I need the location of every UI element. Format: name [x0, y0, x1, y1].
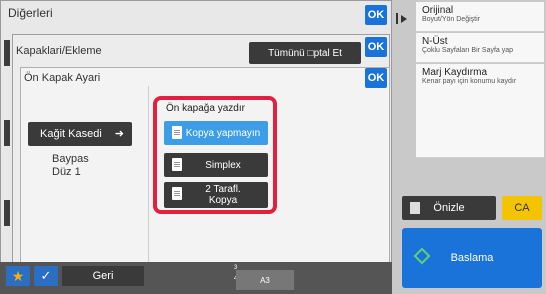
right-item-n-up[interactable]: N-Üst Çoklu Sayfaları Bir Sayfa yap	[416, 33, 544, 63]
divider	[148, 86, 149, 262]
start-icon	[413, 247, 431, 265]
option-no-copy-label: Kopya yapmayın	[185, 127, 261, 139]
bottom-bar	[0, 262, 392, 294]
right-item-subtitle: Çoklu Sayfaları Bir Sayfa yap	[422, 47, 514, 54]
option-duplex-line1: 2 Tarafl.	[205, 184, 241, 195]
ok-button-covers[interactable]: OK	[365, 37, 387, 57]
ca-button[interactable]: CA	[502, 196, 542, 220]
document-icon	[172, 158, 182, 171]
document-icon	[172, 126, 182, 139]
back-button[interactable]: Geri	[62, 266, 144, 286]
dialog-covers-title: Kapaklari/Ekleme	[16, 45, 102, 57]
option-simplex-label: Simplex	[205, 159, 241, 171]
right-item-title: N-Üst	[422, 36, 448, 47]
option-duplex[interactable]: 2 Tarafl. Kopya	[164, 182, 268, 208]
play-icon	[401, 15, 407, 23]
option-simplex[interactable]: Simplex	[164, 153, 268, 177]
paper-size-indicator: A3	[236, 270, 294, 290]
document-icon	[172, 187, 182, 200]
preview-icon	[410, 202, 420, 214]
dialog-others-title: Diğerleri	[8, 6, 53, 20]
preview-button[interactable]: Önizle	[402, 196, 496, 220]
arrow-right-icon: ➜	[114, 128, 124, 140]
paper-type: Düz 1	[52, 166, 81, 178]
dialog-front-cover-title: Ön Kapak Ayari	[24, 72, 101, 84]
option-duplex-label: 2 Tarafl. Kopya	[191, 184, 240, 206]
start-label: Baslama	[450, 252, 494, 264]
print-on-cover-label: Ön kapağa yazdır	[166, 103, 245, 114]
right-item-subtitle: Kenar payı için konumu kaydır	[422, 78, 517, 85]
ok-button-others[interactable]: OK	[365, 5, 387, 25]
right-item-original[interactable]: Orijinal Boyut/Yön Değiştir	[416, 2, 544, 32]
pipe-icon	[396, 13, 398, 24]
right-item-title: Marj Kaydırma	[422, 67, 488, 78]
paper-tray-label: Kağit Kasedi	[40, 128, 102, 140]
preview-label: Önizle	[433, 202, 465, 214]
side-edge	[4, 200, 10, 226]
check-icon[interactable]: ✓	[34, 266, 58, 286]
cancel-all-button[interactable]: Tümünü □ptal Et	[249, 42, 361, 64]
screen: Diğerleri OK Kapaklari/Ekleme Tümünü □pt…	[0, 0, 546, 294]
option-no-copy[interactable]: Kopya yapmayın	[164, 121, 268, 145]
side-edge	[4, 120, 10, 146]
start-button[interactable]: Baslama	[402, 228, 542, 288]
star-icon[interactable]: ★	[6, 266, 30, 286]
right-item-subtitle: Boyut/Yön Değiştir	[422, 16, 480, 23]
right-item-title: Orijinal	[422, 5, 454, 16]
paper-source: Baypas	[52, 153, 89, 165]
ok-button-front-cover[interactable]: OK	[365, 68, 387, 88]
option-duplex-line2: Kopya	[208, 195, 238, 206]
right-item-margin-shift[interactable]: Marj Kaydırma Kenar payı için konumu kay…	[416, 64, 544, 158]
paper-tray-button[interactable]: Kağit Kasedi ➜	[28, 122, 132, 146]
side-edge	[4, 40, 10, 66]
